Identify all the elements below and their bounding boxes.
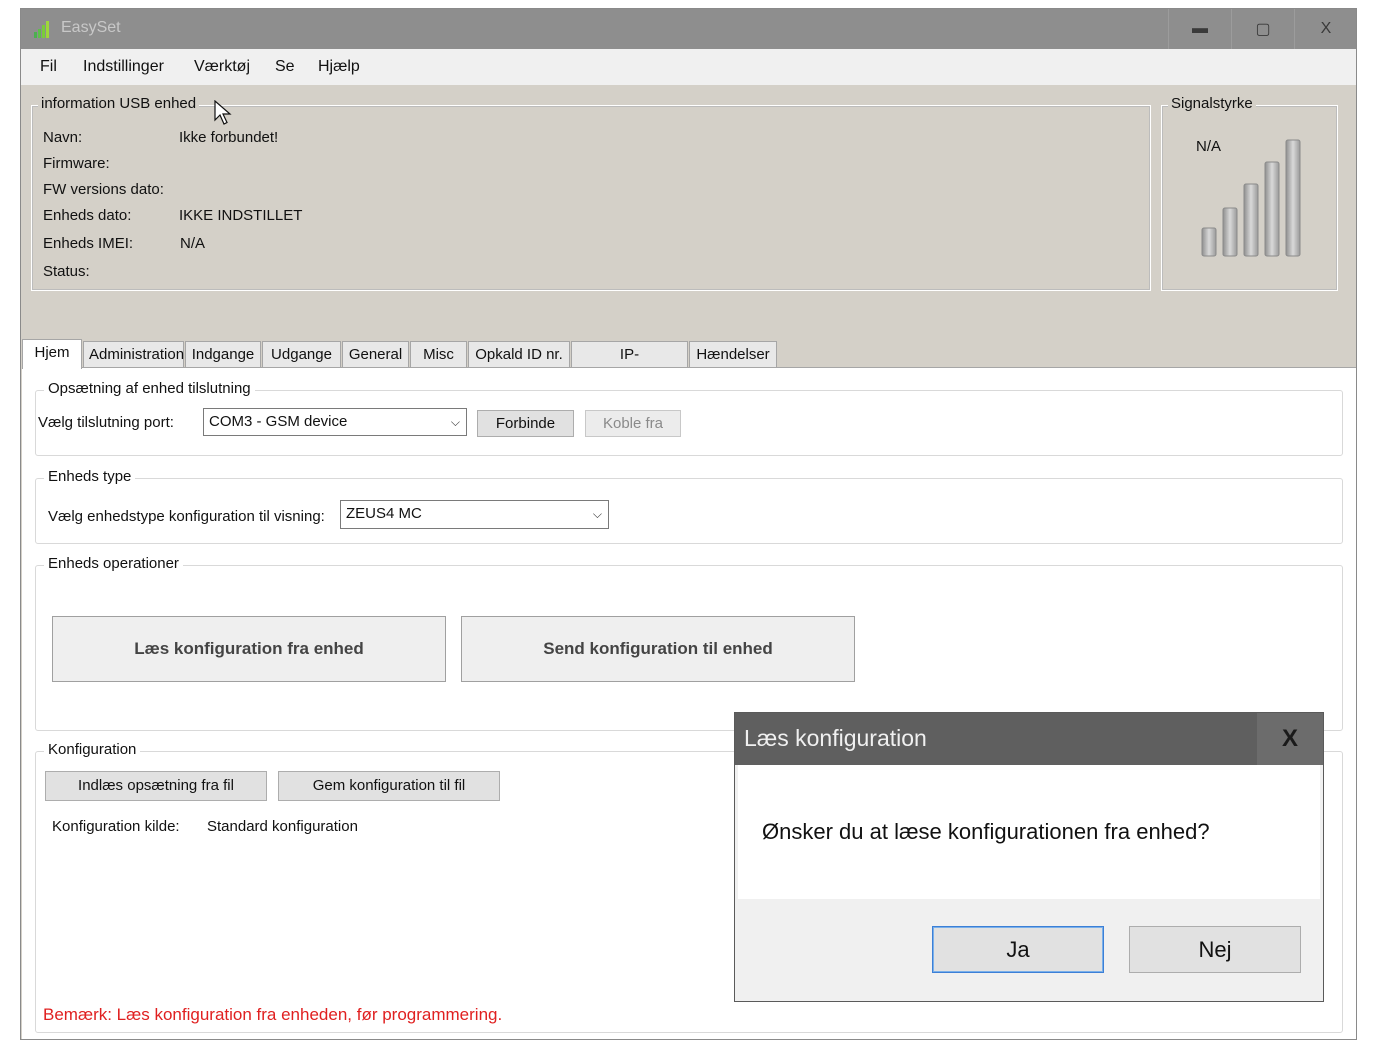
signal-app-icon	[34, 21, 49, 38]
usb-info-group: information USB enhed Navn: Ikke forbund…	[31, 95, 1151, 291]
signal-legend: Signalstyrke	[1168, 95, 1256, 112]
device-type-label: Vælg enhedstype konfiguration til visnin…	[48, 508, 325, 525]
config-source-label: Konfiguration kilde:	[52, 818, 180, 835]
menu-indstillinger[interactable]: Indstillinger	[83, 58, 164, 76]
device-type-value: ZEUS4 MC	[346, 505, 422, 522]
port-label: Vælg tilslutning port:	[38, 414, 174, 431]
menu-fil[interactable]: Fil	[40, 58, 57, 76]
programming-note: Bemærk: Læs konfiguration fra enheden, f…	[43, 1005, 503, 1024]
tab-opkald-id[interactable]: Opkald ID nr.	[468, 341, 570, 367]
connect-button[interactable]: Forbinde	[477, 410, 574, 437]
tab-hjem[interactable]: Hjem	[22, 339, 82, 369]
dialog-title: Læs konfiguration	[744, 725, 927, 751]
operations-group: Enheds operationer Læs konfiguration fra…	[35, 555, 1343, 731]
name-label: Navn:	[43, 129, 83, 146]
device-date-value: IKKE INDSTILLET	[179, 207, 303, 224]
read-config-button[interactable]: Læs konfiguration fra enhed	[52, 616, 446, 682]
tab-administration[interactable]: Administration	[83, 341, 184, 367]
menu-bar: Fil Indstillinger Værktøj Se Hjælp	[21, 49, 1356, 85]
chevron-down-icon: ⌵	[450, 415, 460, 429]
send-config-button[interactable]: Send konfiguration til enhed	[461, 616, 855, 682]
disconnect-button[interactable]: Koble fra	[585, 410, 681, 437]
dialog-message: Ønsker du at læse konfigurationen fra en…	[762, 819, 1210, 844]
connection-legend: Opsætning af enhed tilslutning	[44, 380, 255, 397]
tab-indgange[interactable]: Indgange	[185, 341, 261, 367]
window-title: EasySet	[61, 19, 121, 36]
chevron-down-icon: ⌵	[592, 507, 602, 521]
device-type-legend: Enheds type	[44, 468, 136, 485]
usb-info-legend: information USB enhed	[38, 95, 200, 112]
name-value: Ikke forbundet!	[179, 129, 279, 146]
menu-vaerktoej[interactable]: Værktøj	[194, 58, 250, 76]
configuration-legend: Konfiguration	[44, 741, 141, 758]
dialog-body: Ønsker du at læse konfigurationen fra en…	[738, 765, 1320, 899]
fw-date-label: FW versions dato:	[43, 181, 164, 198]
load-config-file-button[interactable]: Indlæs opsætning fra fil	[45, 771, 267, 801]
device-date-label: Enheds dato:	[43, 207, 132, 224]
read-config-dialog: Læs konfiguration X Ønsker du at læse ko…	[734, 712, 1324, 1002]
menu-se[interactable]: Se	[275, 58, 295, 76]
dialog-yes-button[interactable]: Ja	[932, 926, 1104, 973]
port-select[interactable]: COM3 - GSM device ⌵	[203, 408, 467, 436]
connection-group: Opsætning af enhed tilslutning Vælg tils…	[35, 380, 1343, 456]
device-type-select[interactable]: ZEUS4 MC ⌵	[340, 500, 609, 529]
status-label: Status:	[43, 263, 90, 280]
tab-udgange[interactable]: Udgange	[262, 341, 341, 367]
config-source-value: Standard konfiguration	[207, 818, 358, 835]
maximize-button[interactable]: ▢	[1231, 9, 1294, 49]
save-config-file-button[interactable]: Gem konfiguration til fil	[278, 771, 500, 801]
mouse-cursor-icon	[214, 100, 232, 125]
tab-misc[interactable]: Misc	[410, 341, 467, 367]
signal-group: Signalstyrke N/A	[1161, 95, 1338, 291]
signal-strength-icon	[1201, 139, 1301, 257]
imei-label: Enheds IMEI:	[43, 235, 134, 252]
firmware-label: Firmware:	[43, 155, 110, 172]
menu-hjaelp[interactable]: Hjælp	[318, 58, 360, 76]
tab-haendelser[interactable]: Hændelser	[689, 341, 777, 367]
dialog-close-button[interactable]: X	[1257, 713, 1323, 765]
minimize-button[interactable]: ▬	[1168, 9, 1231, 49]
tab-general[interactable]: General	[342, 341, 409, 367]
title-bar[interactable]: EasySet ▬ ▢ X	[21, 9, 1356, 49]
imei-value: N/A	[180, 235, 206, 252]
port-select-value: COM3 - GSM device	[209, 413, 348, 430]
dialog-no-button[interactable]: Nej	[1129, 926, 1301, 973]
operations-legend: Enheds operationer	[44, 555, 183, 572]
device-type-group: Enheds type Vælg enhedstype konfiguratio…	[35, 468, 1343, 544]
close-button[interactable]: X	[1294, 9, 1356, 49]
dialog-title-bar[interactable]: Læs konfiguration X	[735, 713, 1323, 765]
tab-ip-konfiguration[interactable]: IP-konfiguration	[571, 341, 688, 389]
